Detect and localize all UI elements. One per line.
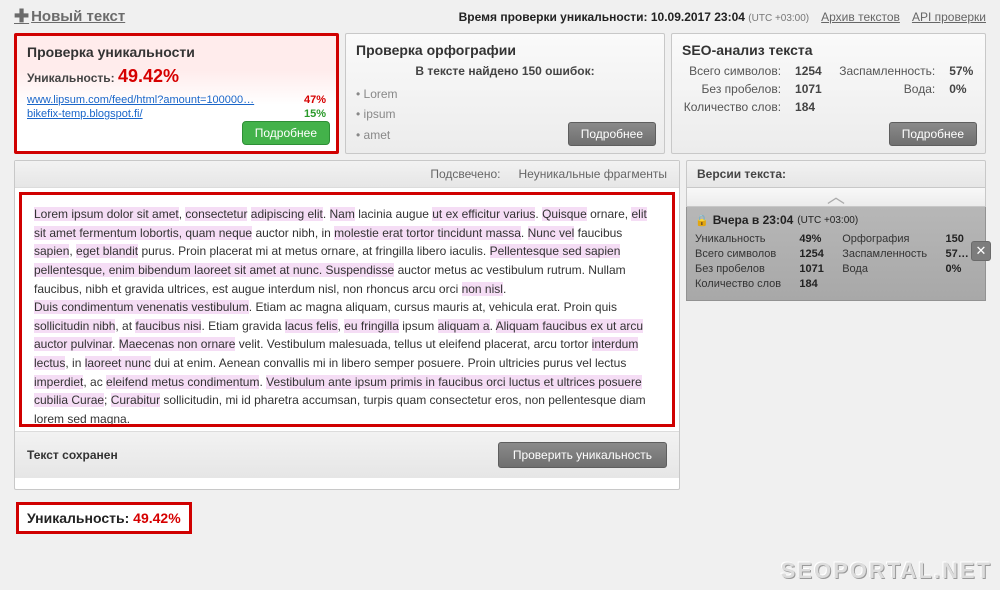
uniq-sub-label: Уникальность: [27, 71, 115, 85]
uniq-title: Проверка уникальности [27, 44, 326, 60]
seo-title: SEO-анализ текста [682, 42, 975, 58]
check-uniqueness-button[interactable]: Проверить уникальность [498, 442, 667, 468]
uniq-pct: 49.42% [118, 66, 179, 86]
source-link[interactable]: www.lipsum.com/feed/html?amount=100000… [27, 94, 254, 106]
seo-l2b: Вода: [837, 82, 935, 96]
seo-more-button[interactable]: Подробнее [889, 122, 977, 146]
vg-words-l: Количество слов [695, 278, 789, 290]
version-card[interactable]: 🔒 Вчера в 23:04 (UTC +03:00) Уникальност… [686, 207, 986, 301]
lock-icon: 🔒 [695, 214, 709, 227]
new-text-label: Новый текст [31, 8, 125, 25]
watermark: SEOPORTAL.NET [781, 558, 992, 584]
seo-l3: Количество слов: [682, 100, 781, 114]
source-pct: 47% [304, 94, 326, 106]
spell-more-button[interactable]: Подробнее [568, 122, 656, 146]
uniqueness-panel: Проверка уникальности Уникальность: 49.4… [14, 33, 339, 154]
spell-title: Проверка орфографии [356, 42, 654, 58]
api-link[interactable]: API проверки [912, 10, 986, 24]
seo-v3: 184 [795, 100, 823, 114]
vg-uniq-l: Уникальность [695, 233, 789, 245]
source-pct: 15% [304, 108, 326, 120]
text-body: Lorem ipsum dolor sit amet, consectetur … [19, 192, 675, 427]
timestamp-label: Время проверки уникальности: [459, 10, 648, 24]
version-time: Вчера в 23:04 [713, 213, 794, 227]
vg-nosp-v: 1071 [799, 263, 832, 275]
legend-label: Подсвечено: [430, 167, 500, 181]
versions-collapse-icon[interactable]: ︿ [686, 188, 986, 207]
close-icon[interactable]: ✕ [971, 241, 991, 261]
seo-l1b: Заспамленность: [837, 64, 935, 78]
final-uniqueness-box: Уникальность: 49.42% [16, 502, 192, 534]
seo-v2: 1071 [795, 82, 823, 96]
vg-orf-l: Орфография [842, 233, 935, 245]
vg-spam-l: Заспамленность [842, 248, 935, 260]
final-label: Уникальность: [27, 510, 129, 526]
timestamp-tz: (UTC +03:00) [748, 13, 809, 24]
text-area-panel: Подсвечено: Неуникальные фрагменты Lorem… [14, 160, 680, 490]
timestamp-value: 10.09.2017 23:04 [651, 10, 745, 24]
seo-v1b: 57% [949, 64, 975, 78]
uniq-more-button[interactable]: Подробнее [242, 121, 330, 145]
seo-panel: SEO-анализ текста Всего символов: 1254 Зас… [671, 33, 986, 154]
seo-l1: Всего символов: [682, 64, 781, 78]
top-meta: Время проверки уникальности: 10.09.2017 … [459, 10, 986, 24]
spell-sub: В тексте найдено 150 ошибок: [356, 64, 654, 78]
versions-title: Версии текста: [686, 160, 986, 188]
error-item: • Lorem [356, 84, 654, 104]
spelling-panel: Проверка орфографии В тексте найдено 150… [345, 33, 665, 154]
vg-words-v: 184 [799, 278, 832, 290]
vg-water-l: Вода [842, 263, 935, 275]
seo-v2b: 0% [949, 82, 975, 96]
seo-l2: Без пробелов: [682, 82, 781, 96]
new-text-link[interactable]: ✚ Новый текст [14, 6, 125, 27]
vg-sym-l: Всего символов [695, 248, 789, 260]
source-link[interactable]: bikefix-temp.blogspot.fi/ [27, 108, 143, 120]
seo-v1: 1254 [795, 64, 823, 78]
vg-uniq-v: 49% [799, 233, 832, 245]
saved-label: Текст сохранен [27, 448, 118, 462]
vg-nosp-l: Без пробелов [695, 263, 789, 275]
highlight-legend: Подсвечено: Неуникальные фрагменты [15, 161, 679, 188]
legend-value: Неуникальные фрагменты [518, 167, 667, 181]
final-pct: 49.42% [133, 510, 180, 526]
vg-water-v: 0% [945, 263, 977, 275]
plus-icon: ✚ [14, 6, 29, 27]
version-tz: (UTC +03:00) [797, 215, 858, 226]
vg-sym-v: 1254 [799, 248, 832, 260]
archive-link[interactable]: Архив текстов [821, 10, 900, 24]
